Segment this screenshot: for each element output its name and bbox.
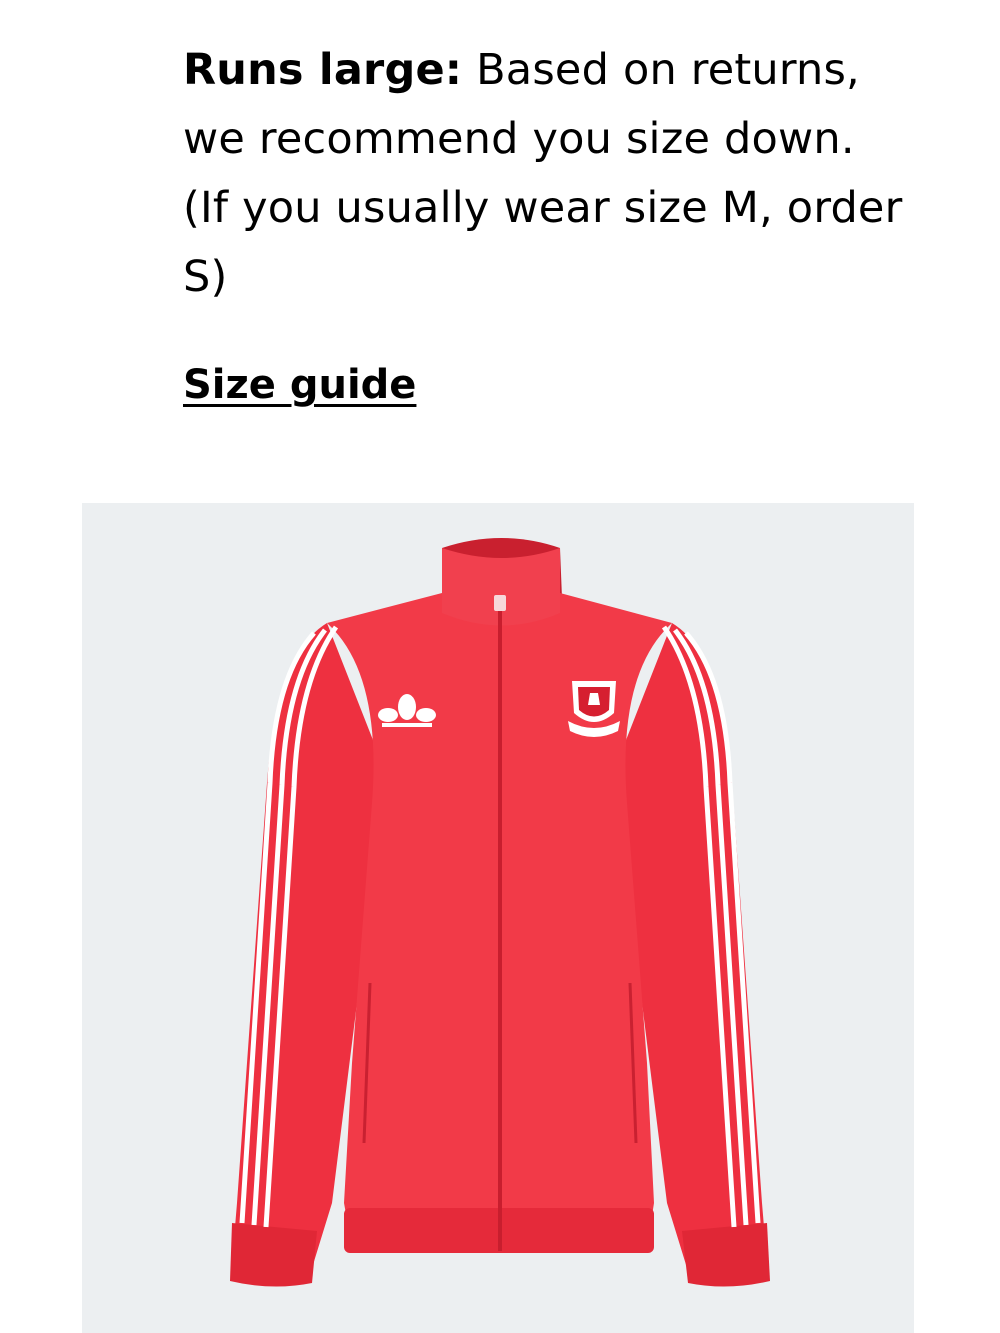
left-cuff [230, 1223, 317, 1287]
jacket-illustration [230, 538, 770, 1287]
club-crest-logo [568, 681, 620, 737]
right-cuff [682, 1223, 770, 1287]
fit-recommendation-lead: Runs large: [183, 45, 463, 95]
zipper-pull [494, 595, 506, 611]
fit-recommendation: Runs large: Based on returns, we recomme… [183, 36, 903, 312]
product-image[interactable] [82, 503, 914, 1333]
size-guide-link[interactable]: Size guide [183, 362, 416, 408]
